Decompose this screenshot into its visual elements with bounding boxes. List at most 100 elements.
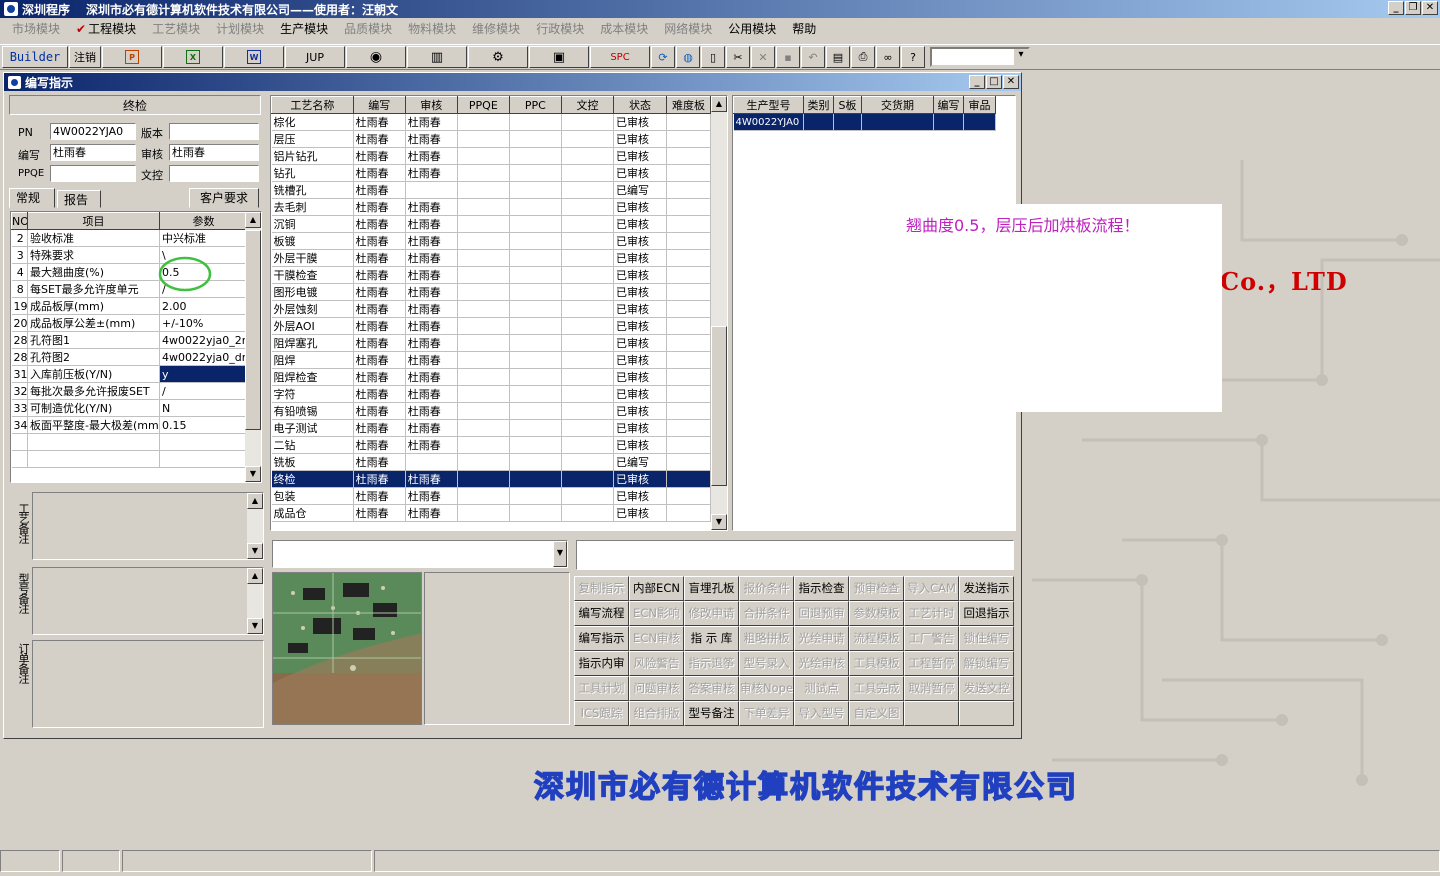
process-row[interactable]: 沉铜 杜雨春 杜雨春 已审核 — [271, 215, 711, 233]
process-cell[interactable] — [457, 436, 510, 454]
logout-button[interactable]: 注销 — [69, 46, 101, 68]
jup-button[interactable]: JUP — [285, 46, 345, 68]
preview-button[interactable]: ▤ — [826, 46, 850, 68]
process-cell[interactable] — [509, 385, 562, 403]
model-cell[interactable] — [803, 113, 834, 131]
model-header-5[interactable]: 审品 — [963, 96, 996, 114]
param-value-cell[interactable]: 4w0022yja0_drl — [159, 348, 248, 366]
process-cell[interactable] — [561, 215, 614, 233]
process-cell[interactable] — [561, 368, 614, 386]
function-button-0[interactable]: 复制指示 — [574, 576, 629, 601]
model-header-2[interactable]: S板 — [833, 96, 862, 114]
function-button-23[interactable]: 锁住编写 — [959, 626, 1014, 651]
process-cell[interactable]: 已审核 — [613, 334, 668, 352]
param-row[interactable]: 3 特殊要求 \ — [11, 246, 248, 264]
process-cell[interactable] — [509, 317, 562, 335]
process-cell[interactable] — [666, 453, 711, 471]
scroll-down-icon[interactable]: ▼ — [245, 466, 261, 482]
process-cell[interactable]: 图形电镀 — [271, 283, 354, 301]
process-cell[interactable]: 已审核 — [613, 470, 668, 488]
process-cell[interactable] — [509, 232, 562, 250]
view-button[interactable]: ◉ — [346, 46, 406, 68]
function-button-7[interactable]: 发送指示 — [959, 576, 1014, 601]
process-cell[interactable]: 外层蚀刻 — [271, 300, 354, 318]
function-button-35[interactable]: 审核Nope — [739, 676, 794, 701]
process-cell[interactable] — [457, 368, 510, 386]
process-header-1[interactable]: 编写 — [352, 96, 406, 114]
process-row[interactable]: 外层蚀刻 杜雨春 杜雨春 已审核 — [271, 300, 711, 318]
process-cell[interactable] — [561, 300, 614, 318]
function-button-12[interactable]: 回退预审 — [794, 601, 849, 626]
process-cell[interactable]: 有铅喷锡 — [271, 402, 354, 420]
process-row[interactable]: 层压 杜雨春 杜雨春 已审核 — [271, 130, 711, 148]
process-cell[interactable]: 已审核 — [613, 368, 668, 386]
process-cell[interactable] — [457, 232, 510, 250]
process-cell[interactable]: 板镀 — [271, 232, 354, 250]
process-cell[interactable]: 层压 — [271, 130, 354, 148]
wenkong-field[interactable] — [169, 165, 259, 182]
function-button-3[interactable]: 报价条件 — [739, 576, 794, 601]
process-cell[interactable] — [561, 453, 614, 471]
function-button-8[interactable]: 编写流程 — [574, 601, 629, 626]
param-value-cell[interactable]: N — [159, 399, 248, 417]
process-cell[interactable]: 已编写 — [613, 453, 668, 471]
pn-field[interactable]: 4W0022YJA0 — [50, 123, 136, 140]
process-cell[interactable]: 已审核 — [613, 385, 668, 403]
param-no-cell[interactable]: 32 — [11, 382, 28, 400]
process-cell[interactable]: 钻孔 — [271, 164, 354, 182]
param-value-cell[interactable]: 2.00 — [159, 297, 248, 315]
function-button-36[interactable]: 测试点 — [794, 676, 849, 701]
model-cell[interactable]: 4W0022YJA0 — [733, 113, 804, 131]
param-scrollbar[interactable]: ▲ ▼ — [245, 212, 261, 482]
process-cell[interactable] — [666, 164, 711, 182]
process-cell[interactable]: 终检 — [271, 470, 354, 488]
param-no-cell[interactable]: 8 — [11, 280, 28, 298]
process-cell[interactable] — [509, 368, 562, 386]
param-value-cell[interactable]: / — [159, 382, 248, 400]
process-cell[interactable] — [666, 181, 711, 199]
process-row[interactable]: 终检 杜雨春 杜雨春 已审核 — [271, 470, 711, 488]
excel-button[interactable]: X — [163, 46, 223, 68]
process-header-3[interactable]: PPQE — [456, 96, 510, 114]
process-cell[interactable]: 杜雨春 — [405, 300, 458, 318]
process-cell[interactable] — [509, 419, 562, 437]
model-cell[interactable] — [861, 113, 934, 131]
process-cell[interactable]: 杜雨春 — [353, 300, 406, 318]
process-cell[interactable]: 已审核 — [613, 419, 668, 437]
param-no-cell[interactable]: 28 — [11, 348, 28, 366]
param-item-cell[interactable]: 每SET最多允许度单元 — [27, 280, 160, 298]
process-header-0[interactable]: 工艺名称 — [271, 96, 354, 114]
function-button-46[interactable] — [904, 701, 959, 726]
param-no-cell[interactable]: 20 — [11, 314, 28, 332]
function-button-21[interactable]: 流程模板 — [849, 626, 904, 651]
process-cell[interactable] — [509, 504, 562, 522]
process-scrollbar[interactable]: ▲ ▼ — [711, 96, 727, 530]
process-cell[interactable]: 已审核 — [613, 487, 668, 505]
param-scroll-thumb[interactable] — [245, 230, 261, 430]
param-row[interactable]: 19 成品板厚(mm) 2.00 — [11, 297, 248, 315]
process-grid[interactable]: 工艺名称 编写 审核 PPQE PPC 文控 状态 难度板 棕化 杜雨春 杜雨春 已审核 层压 杜雨春杜… — [270, 95, 728, 531]
process-cell[interactable]: 杜雨春 — [353, 198, 406, 216]
process-cell[interactable]: 杜雨春 — [405, 419, 458, 437]
process-cell[interactable] — [405, 453, 458, 471]
toolbar-combo[interactable] — [930, 47, 1030, 67]
process-cell[interactable]: 棕化 — [271, 113, 354, 131]
process-cell[interactable] — [666, 351, 711, 369]
spc-button[interactable]: SPC — [590, 46, 650, 68]
process-cell[interactable]: 已审核 — [613, 504, 668, 522]
process-cell[interactable]: 阻焊 — [271, 351, 354, 369]
process-cell[interactable]: 已审核 — [613, 402, 668, 420]
function-button-33[interactable]: 问题审核 — [629, 676, 684, 701]
process-cell[interactable]: 杜雨春 — [405, 266, 458, 284]
param-header-value[interactable]: 参数 — [159, 212, 248, 230]
function-button-10[interactable]: 修改申请 — [684, 601, 739, 626]
process-cell[interactable] — [509, 470, 562, 488]
process-cell[interactable]: 杜雨春 — [353, 317, 406, 335]
function-button-18[interactable]: 指 示 库 — [684, 626, 739, 651]
param-item-cell[interactable]: 每批次最多允许报废SET — [27, 382, 160, 400]
powerpoint-button[interactable]: P — [102, 46, 162, 68]
process-cell[interactable] — [666, 419, 711, 437]
process-cell[interactable]: 阻焊塞孔 — [271, 334, 354, 352]
process-row[interactable]: 钻孔 杜雨春 杜雨春 已审核 — [271, 164, 711, 182]
function-button-30[interactable]: 工程暂停 — [904, 651, 959, 676]
